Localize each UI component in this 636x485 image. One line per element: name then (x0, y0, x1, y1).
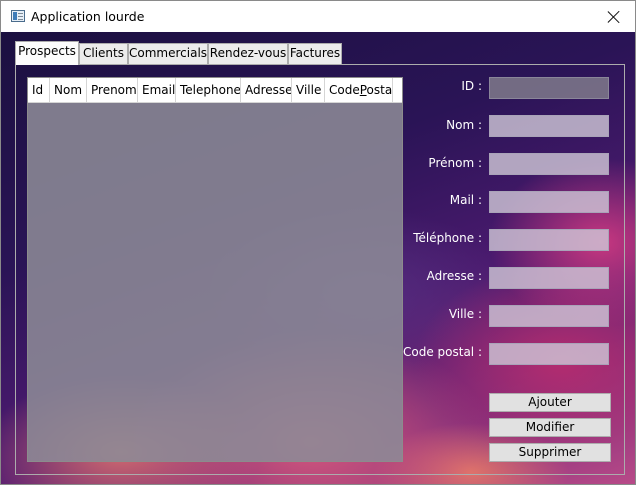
code-postal-field[interactable] (489, 343, 609, 365)
tab-clients[interactable]: Clients (79, 43, 128, 64)
column-header-adresse[interactable]: Adresse (241, 78, 292, 102)
label-telephone: Téléphone : (413, 231, 482, 245)
label-adresse: Adresse : (426, 269, 482, 283)
tab-commercials[interactable]: Commercials (128, 43, 208, 64)
prenom-field[interactable] (489, 153, 609, 175)
tab-rendez-vous[interactable]: Rendez-vous (208, 43, 288, 64)
nom-field[interactable] (489, 115, 609, 137)
label-nom: Nom : (446, 118, 482, 132)
id-field[interactable] (489, 77, 609, 99)
close-button[interactable] (593, 1, 635, 32)
client-area: Prospects Clients Commercials Rendez-vou… (1, 32, 635, 484)
mail-field[interactable] (489, 191, 609, 213)
column-header-prenom[interactable]: Prenom (87, 78, 138, 102)
label-code-postal: Code postal : (403, 345, 482, 359)
label-id: ID : (461, 79, 482, 93)
main-window: Application lourde Prospects Clients Com… (0, 0, 636, 485)
label-ville: Ville : (448, 307, 482, 321)
column-header-nom[interactable]: Nom (50, 78, 87, 102)
column-header-ville[interactable]: Ville (292, 78, 325, 102)
modifier-button[interactable]: Modifier (489, 418, 611, 437)
telephone-field[interactable] (489, 229, 609, 251)
column-header-id[interactable]: Id (28, 78, 50, 102)
adresse-field[interactable] (489, 267, 609, 289)
label-prenom: Prénom : (428, 156, 482, 170)
window-title: Application lourde (31, 9, 145, 24)
column-header-email[interactable]: Email (138, 78, 176, 102)
supprimer-button[interactable]: Supprimer (489, 443, 611, 462)
ajouter-button[interactable]: Ajouter (489, 393, 611, 412)
tab-factures[interactable]: Factures (288, 43, 342, 64)
ville-field[interactable] (489, 305, 609, 327)
tab-prospects[interactable]: Prospects (15, 41, 79, 65)
label-mail: Mail : (449, 193, 482, 207)
app-window-icon (11, 10, 25, 22)
title-bar[interactable]: Application lourde (1, 1, 635, 32)
column-header-telephone[interactable]: Telephone (176, 78, 241, 102)
